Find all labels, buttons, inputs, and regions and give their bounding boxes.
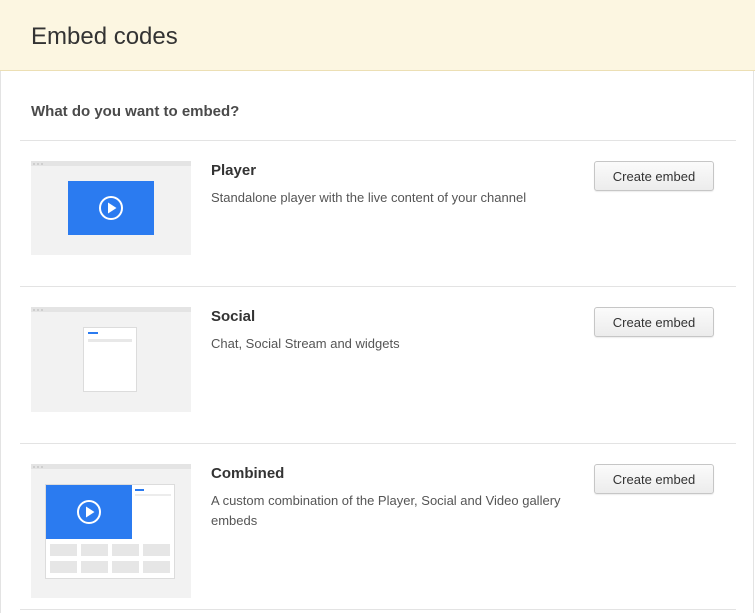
create-embed-button-player[interactable]: Create embed	[594, 161, 714, 191]
create-embed-button-combined[interactable]: Create embed	[594, 464, 714, 494]
create-embed-button-social[interactable]: Create embed	[594, 307, 714, 337]
player-preview-thumbnail	[31, 161, 191, 255]
social-widget-icon	[83, 327, 137, 392]
play-icon	[99, 196, 123, 220]
combined-preview-thumbnail	[31, 464, 191, 598]
player-preview	[46, 485, 132, 539]
embed-option-social: Social Chat, Social Stream and widgets C…	[20, 287, 736, 443]
social-preview-thumbnail	[31, 307, 191, 412]
page-header: Embed codes	[0, 0, 755, 71]
item-description: Chat, Social Stream and widgets	[211, 336, 400, 351]
item-title: Player	[211, 162, 257, 179]
embed-option-combined: Combined A custom combination of the Pla…	[20, 444, 736, 609]
player-preview	[68, 181, 154, 235]
item-description: Standalone player with the live content …	[211, 190, 527, 205]
embed-option-player: Player Standalone player with the live c…	[20, 141, 736, 286]
item-title: Combined	[211, 465, 285, 482]
section-question: What do you want to embed?	[31, 103, 240, 120]
item-description: A custom combination of the Player, Soci…	[211, 493, 561, 528]
combined-preview	[45, 484, 175, 579]
play-icon	[77, 500, 101, 524]
divider	[20, 609, 736, 610]
item-title: Social	[211, 308, 256, 325]
page-title: Embed codes	[31, 23, 178, 50]
